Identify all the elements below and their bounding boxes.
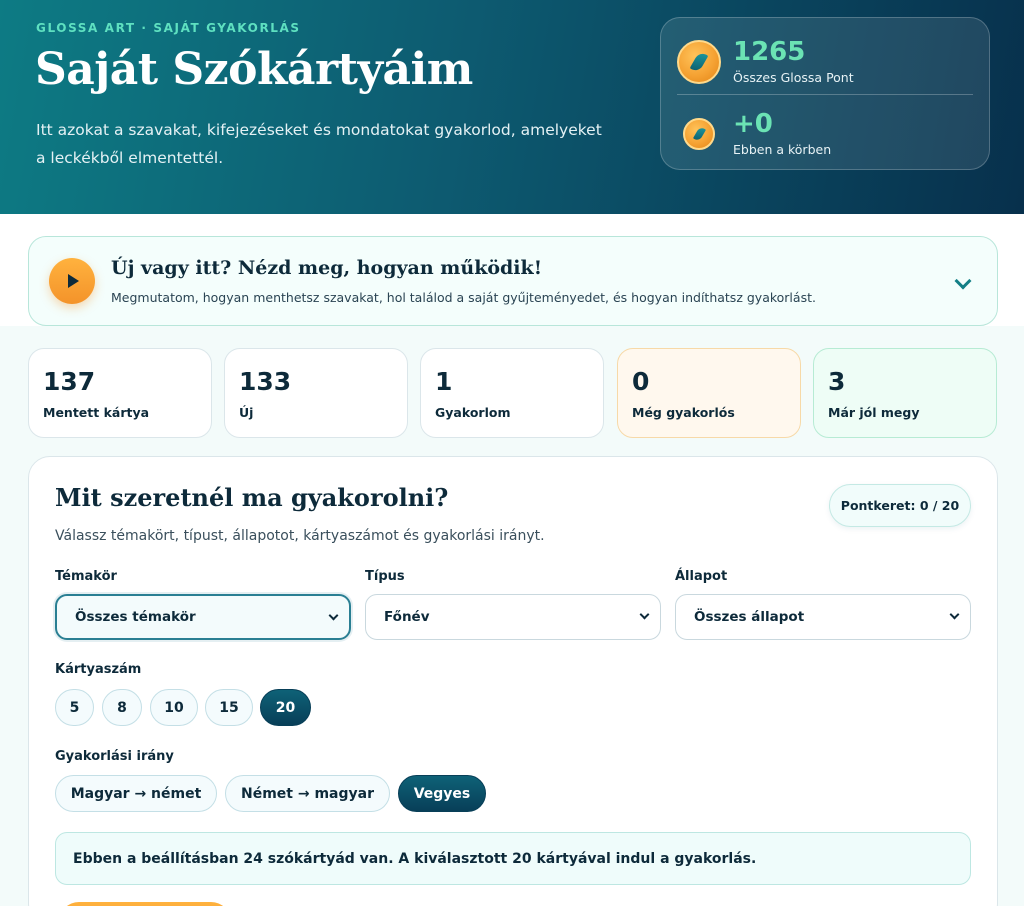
- intro-guide-card[interactable]: Új vagy itt? Nézd meg, hogyan működik! M…: [28, 236, 998, 326]
- hero-header: GLOSSA ART · SAJÁT GYAKORLÁS Saját Szóká…: [0, 0, 1024, 214]
- topic-label: Témakör: [55, 569, 117, 584]
- card-count-option-8[interactable]: 8: [102, 689, 142, 726]
- stat-label: Még gyakorlós: [632, 405, 735, 420]
- type-label: Típus: [365, 569, 405, 584]
- direction-label: Gyakorlási irány: [55, 749, 174, 764]
- card-count-label: Kártyaszám: [55, 662, 142, 677]
- page-title: Saját Szókártyáim: [35, 44, 473, 95]
- stat-label: Új: [239, 405, 254, 420]
- eyebrow-text: GLOSSA ART · SAJÁT GYAKORLÁS: [36, 21, 301, 35]
- intro-title: Új vagy itt? Nézd meg, hogyan működik!: [111, 257, 543, 279]
- status-label: Állapot: [675, 569, 728, 584]
- stat-practicing: 1 Gyakorlom: [420, 348, 604, 438]
- stat-value: 0: [632, 367, 650, 396]
- page-description: Itt azokat a szavakat, kifejezéseket és …: [36, 121, 602, 167]
- chevron-down-icon[interactable]: [954, 272, 972, 290]
- play-icon[interactable]: [49, 258, 95, 304]
- total-points-label: Összes Glossa Pont: [733, 70, 854, 85]
- card-count-option-15[interactable]: 15: [205, 689, 253, 726]
- card-count-option-10[interactable]: 10: [150, 689, 198, 726]
- card-count-option-20[interactable]: 20: [260, 689, 311, 726]
- status-select[interactable]: Összes állapot: [675, 594, 971, 640]
- selection-info-box: Ebben a beállításban 24 szókártyád van. …: [55, 832, 971, 885]
- total-points-row: 1265 Összes Glossa Pont: [677, 38, 854, 85]
- direction-de-hu[interactable]: Német → magyar: [225, 775, 390, 812]
- stat-label: Már jól megy: [828, 405, 920, 420]
- stat-label: Mentett kártya: [43, 405, 150, 420]
- topic-select-value: Összes témakör: [75, 609, 196, 625]
- stat-new: 133 Új: [224, 348, 408, 438]
- chevron-down-icon: [328, 610, 339, 621]
- card-count-option-5[interactable]: 5: [55, 689, 94, 726]
- practice-subtitle: Válassz témakört, típust, állapotot, kár…: [55, 528, 545, 544]
- round-points-row: +0 Ebben a körben: [677, 110, 831, 157]
- round-points-value: +0: [733, 109, 773, 139]
- chevron-down-icon: [639, 609, 650, 620]
- stat-value: 137: [43, 367, 96, 396]
- direction-mixed[interactable]: Vegyes: [398, 775, 486, 812]
- intro-subtitle: Megmutatom, hogyan menthetsz szavakat, h…: [111, 290, 816, 305]
- stat-label: Gyakorlom: [435, 405, 511, 420]
- glossa-coin-icon: [683, 117, 715, 150]
- total-points-value: 1265: [733, 37, 806, 67]
- practice-settings-panel: Mit szeretnél ma gyakorolni? Válassz tém…: [28, 456, 998, 906]
- stat-saved-cards: 137 Mentett kártya: [28, 348, 212, 438]
- topic-select[interactable]: Összes témakör: [55, 594, 351, 640]
- points-card: 1265 Összes Glossa Pont +0 Ebben a körbe…: [660, 17, 990, 170]
- type-select[interactable]: Főnév: [365, 594, 661, 640]
- stat-value: 133: [239, 367, 292, 396]
- stat-value: 1: [435, 367, 453, 396]
- type-select-value: Főnév: [384, 609, 430, 625]
- stat-value: 3: [828, 367, 846, 396]
- stat-going-well: 3 Már jól megy: [813, 348, 997, 438]
- chevron-down-icon: [949, 609, 960, 620]
- status-select-value: Összes állapot: [694, 609, 805, 625]
- glossa-coin-icon: [677, 39, 721, 84]
- direction-hu-de[interactable]: Magyar → német: [55, 775, 217, 812]
- stat-needs-practice: 0 Még gyakorlós: [617, 348, 801, 438]
- points-budget-badge: Pontkeret: 0 / 20: [829, 484, 971, 527]
- points-divider: [677, 94, 973, 95]
- start-practice-button[interactable]: [59, 902, 231, 906]
- practice-title: Mit szeretnél ma gyakorolni?: [55, 483, 449, 512]
- round-points-label: Ebben a körben: [733, 142, 832, 157]
